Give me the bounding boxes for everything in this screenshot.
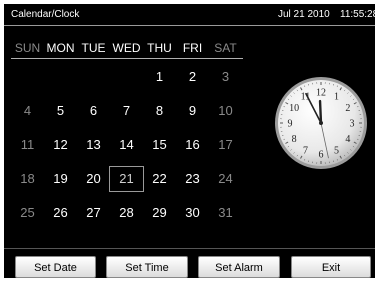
exit-button[interactable]: Exit <box>291 256 371 278</box>
calendar-day[interactable]: 25 <box>11 201 44 225</box>
calendar-day[interactable]: 4 <box>11 99 44 123</box>
weekday-sat: SAT <box>214 41 237 55</box>
app-title: Calendar/Clock <box>11 9 80 20</box>
calendar-day[interactable]: 28 <box>110 201 143 225</box>
calendar-day[interactable]: 27 <box>77 201 110 225</box>
clock-numeral: 2 <box>345 103 350 114</box>
weekday-fri: FRI <box>182 41 203 55</box>
set-alarm-button[interactable]: Set Alarm <box>198 256 280 278</box>
calendar-day[interactable]: 12 <box>44 133 77 157</box>
weekday-mon: MON <box>46 41 75 55</box>
weekday-tue: TUE <box>81 41 106 55</box>
clock-numeral: 1 <box>334 92 339 103</box>
calendar-day[interactable]: 7 <box>110 99 143 123</box>
analog-clock: 12 1234567891011 <box>275 77 367 169</box>
clock-numeral: 12 <box>316 88 326 99</box>
calendar-day[interactable]: 31 <box>209 201 242 225</box>
calendar-day[interactable]: 13 <box>77 133 110 157</box>
clock-center <box>319 121 323 125</box>
calendar-day[interactable]: 1 <box>143 65 176 89</box>
clock-numeral: 8 <box>292 134 297 145</box>
calendar-day[interactable]: 10 <box>209 99 242 123</box>
calendar-day[interactable]: 23 <box>176 167 209 191</box>
calendar-day[interactable]: 30 <box>176 201 209 225</box>
set-time-button[interactable]: Set Time <box>106 256 188 278</box>
clock-numeral: 7 <box>303 145 308 156</box>
calendar-day[interactable]: 15 <box>143 133 176 157</box>
clock-numeral: 10 <box>289 103 299 114</box>
calendar-day[interactable]: 16 <box>176 133 209 157</box>
calendar-day[interactable]: 14 <box>110 133 143 157</box>
weekday-wed: WED <box>112 41 141 55</box>
calendar-day[interactable]: 29 <box>143 201 176 225</box>
calendar-day[interactable]: 24 <box>209 167 242 191</box>
current-time: 11:55:28 <box>340 9 379 20</box>
weekday-thu: THU <box>147 41 172 55</box>
calendar-day-today[interactable]: 21 <box>109 166 144 192</box>
calendar-day[interactable]: 19 <box>44 167 77 191</box>
set-date-button[interactable]: Set Date <box>15 256 96 278</box>
calendar-day[interactable]: 17 <box>209 133 242 157</box>
clock-numeral: 4 <box>345 134 350 145</box>
calendar-clock-screen: Calendar/Clock Jul 21 2010 11:55:28 SUN … <box>4 4 379 278</box>
calendar-day[interactable]: 8 <box>143 99 176 123</box>
clock-numeral: 3 <box>350 119 355 130</box>
calendar-day[interactable]: 9 <box>176 99 209 123</box>
title-bar: Calendar/Clock Jul 21 2010 11:55:28 <box>4 4 379 26</box>
current-date: Jul 21 2010 <box>278 9 330 20</box>
calendar-day[interactable]: 2 <box>176 65 209 89</box>
calendar-day[interactable]: 3 <box>209 65 242 89</box>
clock-numeral: 5 <box>334 145 339 156</box>
calendar-day[interactable]: 11 <box>11 133 44 157</box>
calendar-day[interactable]: 18 <box>11 167 44 191</box>
calendar-day[interactable]: 26 <box>44 201 77 225</box>
clock-numeral: 6 <box>319 150 324 161</box>
calendar-day[interactable]: 6 <box>77 99 110 123</box>
calendar-day[interactable]: 5 <box>44 99 77 123</box>
clock-numeral: 9 <box>288 119 293 130</box>
weekday-sun: SUN <box>14 41 41 55</box>
weekday-divider <box>11 58 243 59</box>
calendar-day[interactable]: 22 <box>143 167 176 191</box>
button-bar-divider <box>4 248 375 249</box>
calendar-day[interactable]: 20 <box>77 167 110 191</box>
